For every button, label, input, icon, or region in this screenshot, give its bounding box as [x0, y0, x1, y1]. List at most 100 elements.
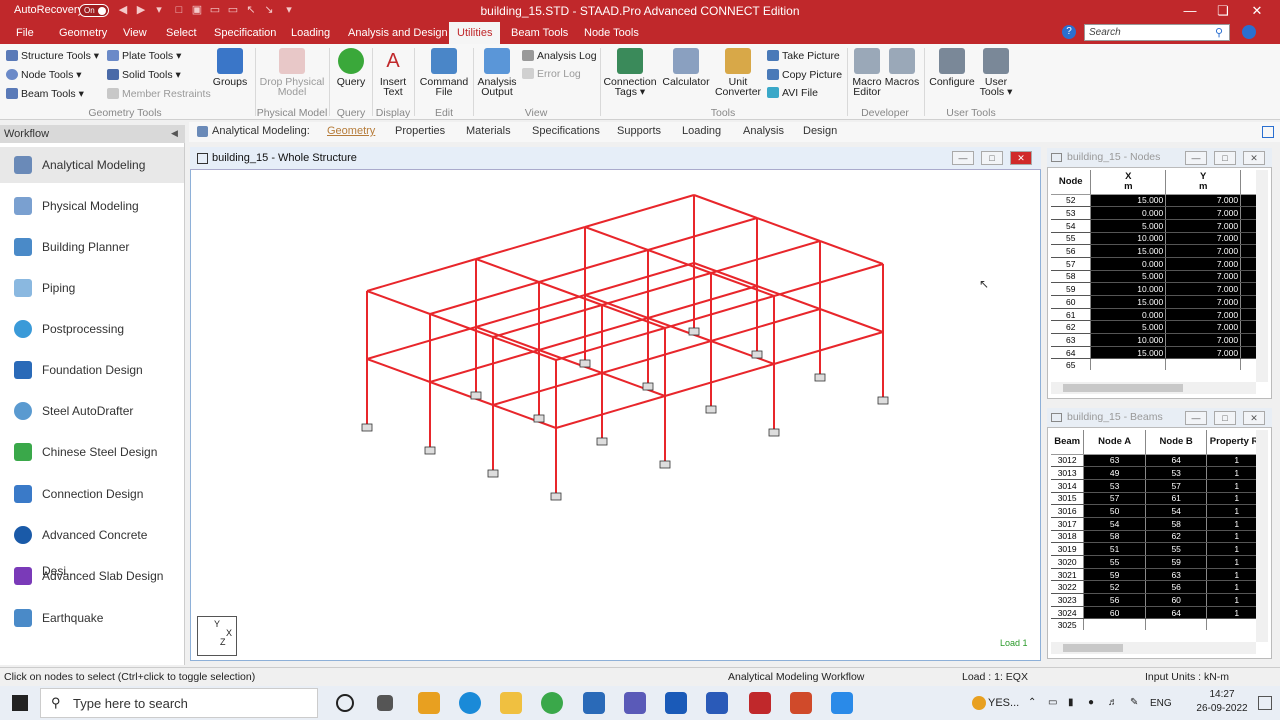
wifi-icon[interactable]: ● [1088, 697, 1094, 708]
table-cell[interactable]: 1 [1206, 606, 1256, 620]
frame-member[interactable] [584, 194, 695, 228]
table-cell[interactable]: 10.0 [1240, 257, 1256, 271]
frame-member[interactable] [584, 262, 695, 296]
table-cell[interactable] [1145, 618, 1208, 630]
outlook-icon[interactable] [665, 692, 687, 714]
frame-member[interactable] [710, 340, 775, 365]
row-index-cell[interactable]: 52 [1051, 194, 1092, 208]
drop-physical-model-button[interactable]: Drop Physical Model [258, 48, 326, 97]
table-cell[interactable]: 1 [1206, 517, 1256, 531]
row-index-cell[interactable]: 3017 [1051, 517, 1085, 531]
user-icon[interactable] [1242, 25, 1256, 39]
table-cell[interactable]: 15.000 [1090, 194, 1167, 208]
menu-node-tools[interactable]: Node Tools [576, 22, 647, 44]
zoom-icon[interactable] [831, 692, 853, 714]
table-cell[interactable]: 53 [1083, 479, 1146, 493]
analysis-log-button[interactable]: Analysis Log [522, 50, 597, 62]
table-cell[interactable]: 51 [1083, 542, 1146, 556]
error-log-button[interactable]: Error Log [522, 68, 581, 80]
structure-tools-button[interactable]: Structure Tools ▾ [6, 50, 99, 62]
structure-frame-model[interactable] [190, 170, 1041, 660]
connection-tags-button[interactable]: Connection Tags ▾ [603, 48, 657, 97]
volume-icon[interactable]: ♬ [1108, 697, 1118, 708]
support-icon[interactable] [487, 469, 499, 478]
row-index-cell[interactable]: 64 [1051, 346, 1092, 360]
solid-tools-button[interactable]: Solid Tools ▾ [107, 69, 181, 81]
plate-tools-button[interactable]: Plate Tools ▾ [107, 50, 181, 62]
table-row[interactable]: 3018 58 62 1 [1051, 530, 1256, 544]
table-cell[interactable]: 49 [1083, 466, 1146, 480]
frame-member[interactable] [366, 326, 477, 360]
column-header[interactable]: Xm [1090, 170, 1167, 195]
row-index-cell[interactable]: 3020 [1051, 555, 1085, 569]
table-cell[interactable]: 10.000 [1090, 282, 1167, 296]
table-cell[interactable]: 54 [1145, 504, 1208, 518]
support-icon[interactable] [550, 492, 562, 501]
save-icon[interactable]: ▣ [190, 3, 204, 17]
file-explorer-icon[interactable] [500, 692, 522, 714]
edge-icon[interactable] [459, 692, 481, 714]
workflow-item-chinese-steel-design[interactable]: Chinese Steel Design [0, 434, 184, 470]
table-cell[interactable]: 15.0 [1240, 308, 1256, 322]
take-picture-button[interactable]: Take Picture [767, 50, 840, 62]
beams-hscroll[interactable] [1051, 642, 1256, 654]
taskbar-search-box[interactable]: ⚲ Type here to search [40, 688, 318, 718]
row-index-cell[interactable]: 3024 [1051, 606, 1085, 620]
table-row[interactable]: 3019 51 55 1 [1051, 542, 1256, 556]
table-row[interactable]: 3012 63 64 1 [1051, 454, 1256, 468]
table-cell[interactable]: 1 [1206, 555, 1256, 569]
table-cell[interactable]: 63 [1083, 454, 1146, 468]
menu-loading[interactable]: Loading [283, 22, 338, 44]
workflow-item-advanced-slab-design[interactable]: Advanced Slab Design [0, 558, 184, 594]
row-index-cell[interactable]: 57 [1051, 257, 1092, 271]
tab-analysis[interactable]: Analysis [743, 125, 784, 137]
beams-table[interactable]: BeamNode ANode BProperty Re3012636413013… [1051, 430, 1256, 630]
row-index-cell[interactable]: 3014 [1051, 479, 1085, 493]
table-cell[interactable]: 56 [1083, 593, 1146, 607]
column-header[interactable]: Node [1051, 170, 1092, 195]
column-header[interactable]: Zm [1240, 170, 1256, 195]
table-cell[interactable]: 7.000 [1165, 308, 1242, 322]
tab-loading[interactable]: Loading [682, 125, 721, 137]
beams-grid[interactable]: BeamNode ANode BProperty Re3012636413013… [1051, 430, 1256, 630]
language-indicator[interactable]: ENG [1150, 698, 1172, 709]
table-cell[interactable] [1083, 618, 1146, 630]
staad-icon[interactable] [749, 692, 771, 714]
row-index-cell[interactable]: 3021 [1051, 568, 1085, 582]
table-cell[interactable]: 1 [1206, 580, 1256, 595]
pointer-icon[interactable]: ↖ [244, 3, 258, 17]
viewport-maximize-icon[interactable]: □ [981, 151, 1003, 165]
node-tools-button[interactable]: Node Tools ▾ [6, 69, 82, 81]
table-row[interactable]: 625.0007.00015.0 [1051, 320, 1256, 335]
beam-tools-button[interactable]: Beam Tools ▾ [6, 88, 84, 100]
tray-chevron-icon[interactable]: ⌃ [1028, 697, 1036, 708]
table-cell[interactable]: 15.0 [1240, 320, 1256, 335]
table-cell[interactable]: 5.0 [1240, 232, 1256, 246]
frame-member[interactable] [475, 226, 586, 260]
frame-member[interactable] [773, 331, 884, 365]
table-cell[interactable]: 50 [1083, 504, 1146, 518]
workflow-item-physical-modeling[interactable]: Physical Modeling [0, 188, 184, 224]
insert-text-button[interactable]: A Insert Text [375, 48, 411, 97]
table-cell[interactable]: 0.000 [1090, 257, 1167, 271]
frame-member[interactable] [756, 217, 821, 242]
help-icon[interactable]: ? [1062, 25, 1076, 39]
support-icon[interactable] [596, 437, 608, 446]
workflow-item-postprocessing[interactable]: Postprocessing [0, 311, 184, 347]
support-icon[interactable] [768, 428, 780, 437]
tab-supports[interactable]: Supports [617, 125, 661, 137]
macros-button[interactable]: Macros [884, 48, 920, 87]
row-index-cell[interactable]: 63 [1051, 333, 1092, 347]
row-index-cell[interactable]: 3023 [1051, 593, 1085, 607]
tab-properties[interactable]: Properties [395, 125, 445, 137]
menu-analysis-design[interactable]: Analysis and Design [340, 22, 456, 44]
row-index-cell[interactable]: 60 [1051, 295, 1092, 309]
tab-design[interactable]: Design [803, 125, 837, 137]
windows-start-icon[interactable] [12, 695, 28, 711]
menu-beam-tools[interactable]: Beam Tools [503, 22, 576, 44]
table-cell[interactable]: 15.000 [1090, 295, 1167, 309]
support-icon[interactable] [705, 405, 717, 414]
nodes-minimize-icon[interactable]: — [1185, 151, 1207, 165]
table-row[interactable]: 3016 50 54 1 [1051, 504, 1256, 518]
support-icon[interactable] [814, 373, 826, 382]
